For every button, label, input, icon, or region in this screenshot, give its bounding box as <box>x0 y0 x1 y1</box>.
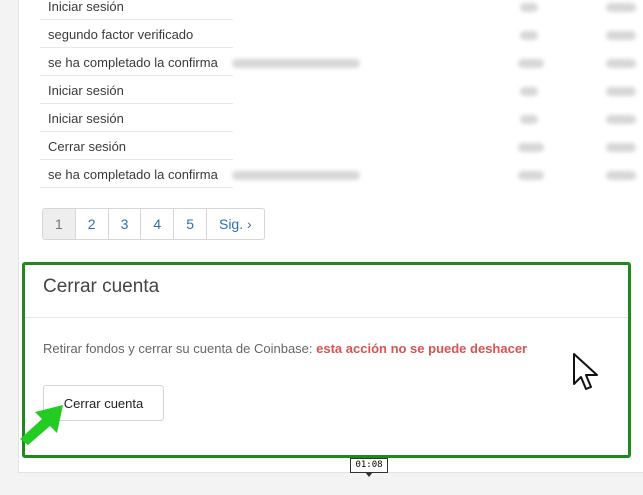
redacted-ip <box>520 3 538 12</box>
redacted-ip <box>520 115 538 124</box>
page-1-button[interactable]: 1 <box>43 209 76 239</box>
event-name: Iniciar sesión <box>48 83 124 98</box>
table-row: se ha completado la confirma <box>40 48 643 76</box>
next-page-button[interactable]: Sig. › <box>207 209 264 239</box>
table-row: Iniciar sesión <box>40 76 643 104</box>
redacted-ip <box>520 31 538 40</box>
redacted-date <box>606 171 636 180</box>
timestamp-pointer <box>365 472 373 477</box>
redacted-date <box>606 143 636 152</box>
table-row: segundo factor verificado <box>40 20 643 48</box>
redacted-date <box>606 31 636 40</box>
pagination: 1 2 3 4 5 Sig. › <box>42 208 265 240</box>
table-row: Iniciar sesión <box>40 0 643 20</box>
page-5-button[interactable]: 5 <box>174 209 207 239</box>
redacted-ip <box>518 59 544 68</box>
recording-timestamp: 01:08 <box>350 458 388 473</box>
mouse-pointer-icon <box>573 353 598 390</box>
redacted-detail <box>232 59 360 68</box>
table-row: Iniciar sesión <box>40 104 643 132</box>
page-4-button[interactable]: 4 <box>141 209 175 239</box>
close-account-description: Retirar fondos y cerrar su cuenta de Coi… <box>43 341 527 356</box>
close-account-section: Cerrar cuenta Retirar fondos y cerrar su… <box>22 262 631 458</box>
redacted-date <box>606 87 636 96</box>
irreversible-warning: esta acción no se puede deshacer <box>316 341 528 356</box>
event-name: se ha completado la confirma <box>48 167 218 182</box>
table-row: Cerrar sesión <box>40 132 643 160</box>
activity-table: Iniciar sesión segundo factor verificado… <box>40 0 643 190</box>
green-arrow-icon <box>20 405 63 445</box>
redacted-ip <box>518 171 544 180</box>
close-account-title: Cerrar cuenta <box>43 276 160 297</box>
redacted-date <box>606 3 636 12</box>
event-name: Iniciar sesión <box>48 0 124 14</box>
description-text: Retirar fondos y cerrar su cuenta de Coi… <box>43 341 317 356</box>
redacted-ip <box>520 87 538 96</box>
table-row: se ha completado la confirma <box>40 160 643 188</box>
redacted-date <box>606 59 636 68</box>
page-2-button[interactable]: 2 <box>76 209 109 239</box>
event-name: Iniciar sesión <box>48 111 124 126</box>
event-name: Cerrar sesión <box>48 139 127 154</box>
redacted-detail <box>232 171 360 180</box>
event-name: segundo factor verificado <box>48 27 194 42</box>
redacted-date <box>606 115 636 124</box>
event-name: se ha completado la confirma <box>48 55 218 70</box>
redacted-ip <box>518 143 544 152</box>
divider <box>25 317 628 318</box>
page-3-button[interactable]: 3 <box>109 209 142 239</box>
